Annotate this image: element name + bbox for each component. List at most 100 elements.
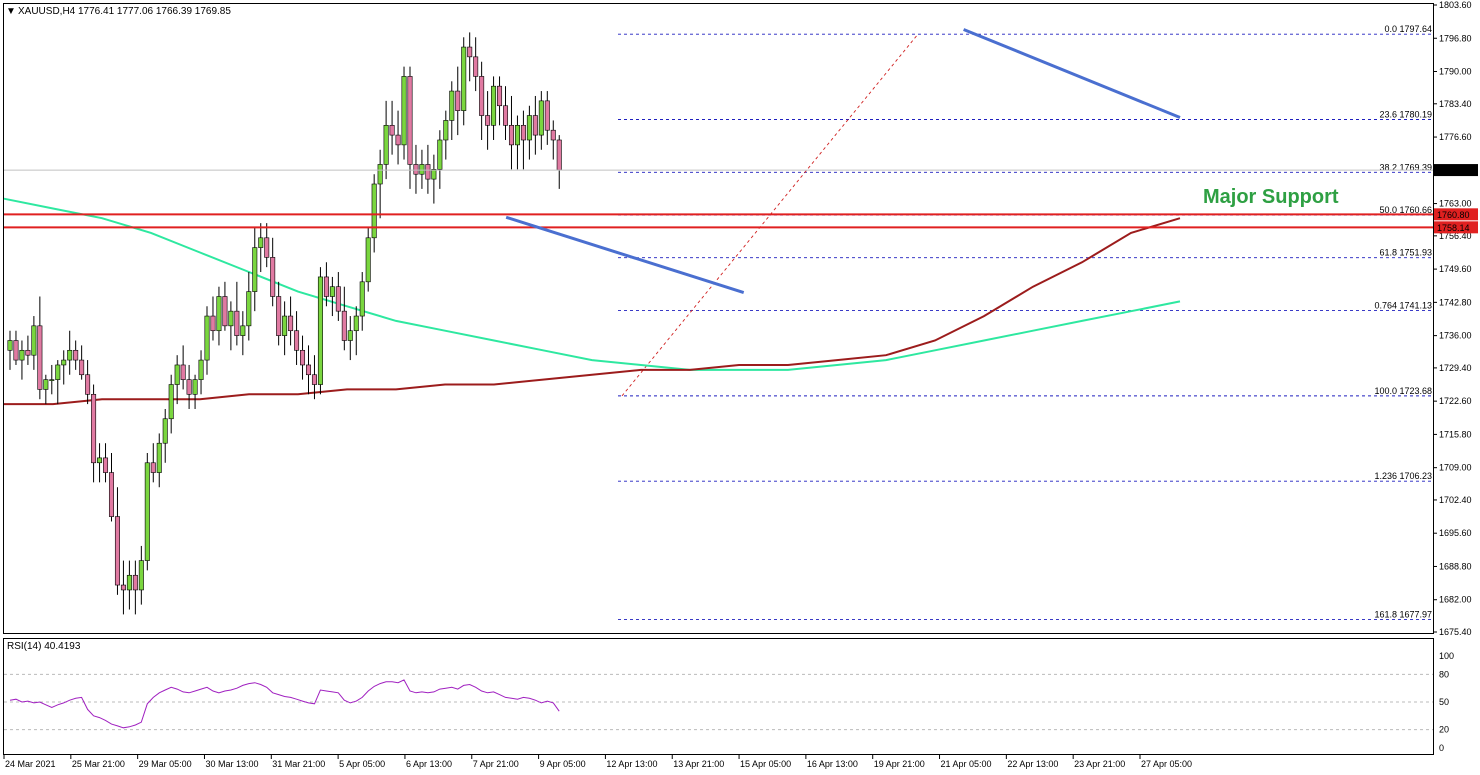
- major-support-annotation: Major Support: [1203, 186, 1339, 208]
- fib-level-label: 0.764 1741.13: [1374, 301, 1432, 311]
- candle-bear: [311, 374, 317, 385]
- candle-bull: [526, 115, 532, 141]
- price-tick-label: 1783.40: [1439, 99, 1472, 109]
- rsi-indicator: 100 80 50 20 0: [4, 651, 1454, 753]
- candle-bull: [419, 164, 425, 175]
- candle-bear: [413, 164, 419, 175]
- candle-bear: [79, 359, 85, 376]
- time-tick-label: 12 Apr 13:00: [606, 759, 657, 769]
- time-tick-label: 21 Apr 05:00: [941, 759, 992, 769]
- price-tick-label: 1695.60: [1439, 528, 1472, 538]
- candle-bear: [341, 310, 347, 341]
- time-tick-label: 30 Mar 13:00: [205, 759, 258, 769]
- candle-bear: [37, 325, 43, 390]
- trendline[interactable]: [505, 215, 745, 295]
- candle-bull: [329, 286, 335, 297]
- fibonacci-retracement[interactable]: 0.0 1797.6423.6 1780.1938.2 1769.3950.0 …: [618, 24, 1433, 620]
- candle-bull: [383, 125, 389, 165]
- candle-bear: [186, 379, 192, 395]
- candle-bull: [126, 574, 132, 591]
- candle-bull: [371, 183, 377, 239]
- price-tick-label: 1715.80: [1439, 429, 1472, 439]
- price-tick-label: 1675.40: [1439, 627, 1472, 637]
- trendlines[interactable]: [505, 28, 1181, 295]
- candle-bear: [270, 257, 276, 297]
- candle-bull: [61, 359, 67, 366]
- candle-bear: [485, 115, 491, 126]
- rsi-tick-label: 20: [1439, 725, 1449, 735]
- candle-bear: [288, 315, 294, 332]
- candle-bear: [85, 374, 91, 395]
- candle-bear: [532, 115, 538, 136]
- price-tick-label: 1742.80: [1439, 297, 1472, 307]
- fib-level-label: 23.6 1780.19: [1379, 109, 1432, 119]
- time-tick-label: 31 Mar 21:00: [272, 759, 325, 769]
- candle-bull: [168, 384, 174, 420]
- candle-bull: [347, 330, 353, 341]
- trendline[interactable]: [963, 28, 1181, 119]
- price-tag-label: 1758.14: [1437, 223, 1470, 233]
- candle-bull: [514, 125, 520, 146]
- candle-bull: [198, 359, 204, 380]
- candle-bear: [497, 85, 503, 107]
- symbol-label: XAUUSD,H4: [18, 6, 76, 17]
- candle-bull: [204, 315, 210, 361]
- time-tick-label: 7 Apr 21:00: [473, 759, 519, 769]
- candle-bear: [150, 462, 156, 473]
- candle-bear: [300, 349, 306, 366]
- candle-bear: [335, 286, 341, 312]
- candle-bull: [461, 46, 467, 111]
- candle-bear: [473, 56, 479, 77]
- candle-bull: [7, 340, 13, 351]
- price-tick-label: 1790.00: [1439, 67, 1472, 77]
- chart-menu-icon[interactable]: ▼: [6, 6, 16, 17]
- candle-bear: [467, 46, 473, 58]
- candle-bear: [479, 76, 485, 116]
- candle-bull: [162, 418, 168, 444]
- fib-level-label: 0.0 1797.64: [1384, 24, 1432, 34]
- candle-bull: [252, 247, 258, 292]
- candle-bear: [407, 76, 413, 165]
- candle-bear: [550, 129, 556, 141]
- time-tick-label: 22 Apr 13:00: [1007, 759, 1058, 769]
- candle-bull: [258, 237, 264, 248]
- candle-bull: [431, 169, 437, 180]
- candle-bear: [25, 349, 31, 356]
- candle-bear: [389, 125, 395, 136]
- ma-200-line: [3, 197, 1181, 371]
- time-tick-label: 6 Apr 13:00: [406, 759, 452, 769]
- candle-bear: [222, 296, 228, 327]
- candle-bear: [180, 364, 186, 380]
- price-tick-label: 1702.40: [1439, 495, 1472, 505]
- candle-bull: [19, 349, 25, 361]
- candle-bear: [103, 457, 109, 473]
- ohlc-readout: 1776.41 1777.06 1766.39 1769.85: [78, 6, 231, 17]
- fib-level-label: 100.0 1723.68: [1374, 386, 1432, 396]
- candle-bear: [503, 105, 509, 126]
- candle-bear: [234, 310, 240, 336]
- candle-bull: [192, 379, 198, 395]
- price-tick-label: 1709.00: [1439, 463, 1472, 473]
- candle-bull: [43, 379, 49, 390]
- price-tick-label: 1749.60: [1439, 264, 1472, 274]
- candle-bull: [67, 349, 73, 361]
- candle-bear: [520, 125, 526, 141]
- rsi-pane-frame: [3, 638, 1434, 755]
- rsi-tick-label: 0: [1439, 743, 1444, 753]
- candle-bear: [264, 237, 270, 258]
- time-tick-label: 5 Apr 05:00: [339, 759, 385, 769]
- candle-bull: [449, 90, 455, 121]
- price-tag-label: 1769.85: [1437, 166, 1470, 176]
- candle-bear: [395, 134, 401, 146]
- candle-bear: [132, 574, 138, 591]
- time-tick-label: 25 Mar 21:00: [72, 759, 125, 769]
- moving-averages: [3, 197, 1181, 406]
- candle-bull: [144, 462, 150, 561]
- price-tick-label: 1736.00: [1439, 331, 1472, 341]
- time-tick-label: 9 Apr 05:00: [540, 759, 586, 769]
- candle-bull: [31, 325, 37, 356]
- candle-bull: [491, 85, 497, 126]
- candle-bull: [246, 291, 252, 327]
- price-chart[interactable]: 0.0 1797.6423.6 1780.1938.2 1769.3950.0 …: [0, 0, 1480, 775]
- ma-100-line: [4, 217, 1181, 406]
